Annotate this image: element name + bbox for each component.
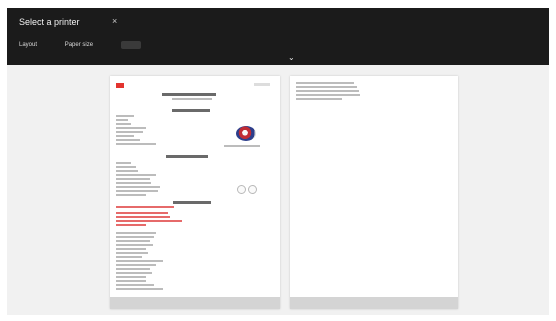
settings-dropdown[interactable]: [120, 41, 141, 49]
notes-line: [116, 280, 146, 282]
settings-tabs: Layout Paper size: [19, 41, 141, 53]
tab-paper-size[interactable]: Paper size: [65, 42, 93, 48]
notes-line: [116, 248, 146, 250]
preview-page-2[interactable]: [290, 76, 458, 309]
notes-line: [116, 272, 152, 274]
chevron-down-icon[interactable]: ⌄: [288, 53, 295, 62]
details-line: [116, 190, 158, 192]
details-line: [116, 162, 131, 164]
warning-line: [116, 216, 170, 218]
document-subtitle: [172, 98, 212, 100]
dialog-title: Select a printer: [19, 17, 80, 27]
details-line: [116, 182, 151, 184]
notes-line: [116, 284, 154, 286]
page-2-line: [296, 94, 360, 96]
page-2-line: [296, 98, 342, 100]
order-line: [116, 131, 143, 133]
page-header-date: [254, 83, 270, 86]
details-line: [116, 186, 160, 188]
notes-line: [116, 256, 142, 258]
dialog-header: Select a printer × Layout Paper size ⌄: [7, 8, 549, 65]
warning-line: [116, 224, 146, 226]
order-line: [116, 135, 134, 137]
notes-line: [116, 264, 156, 266]
notes-line: [116, 244, 153, 246]
warning-line: [116, 220, 182, 222]
page-footer: [110, 297, 280, 309]
order-line: [116, 123, 131, 125]
page-2-line: [296, 90, 359, 92]
order-line: [116, 127, 146, 129]
print-dialog: Select a printer × Layout Paper size ⌄: [0, 0, 556, 321]
preview-area: [7, 65, 549, 315]
product-image: [236, 126, 256, 141]
plus-circle-icon[interactable]: [248, 185, 257, 194]
warning-line: [116, 206, 174, 208]
minus-circle-icon[interactable]: [237, 185, 246, 194]
order-line: [116, 115, 134, 117]
notes-line: [116, 268, 150, 270]
order-line: [116, 119, 128, 121]
page-footer: [290, 297, 458, 309]
tab-layout[interactable]: Layout: [19, 42, 37, 48]
notes-line: [116, 260, 163, 262]
details-line: [116, 194, 146, 196]
close-icon[interactable]: ×: [112, 16, 117, 26]
order-section-title: [172, 109, 210, 112]
notes-line: [116, 236, 154, 238]
notes-line: [116, 276, 146, 278]
preview-page-1[interactable]: [110, 76, 280, 309]
notes-section-title: [173, 201, 211, 204]
page-2-line: [296, 86, 357, 88]
details-line: [116, 166, 136, 168]
image-caption: [224, 145, 260, 147]
page-2-line: [296, 82, 354, 84]
order-line: [116, 139, 140, 141]
details-line: [116, 170, 138, 172]
document-title: [162, 93, 216, 96]
notes-line: [116, 240, 150, 242]
notes-line: [116, 288, 163, 290]
details-line: [116, 174, 156, 176]
details-section-title: [166, 155, 208, 158]
notes-line: [116, 252, 148, 254]
logo-icon: [116, 83, 124, 88]
notes-line: [116, 232, 156, 234]
details-line: [116, 178, 150, 180]
order-line: [116, 143, 156, 145]
warning-line: [116, 212, 168, 214]
